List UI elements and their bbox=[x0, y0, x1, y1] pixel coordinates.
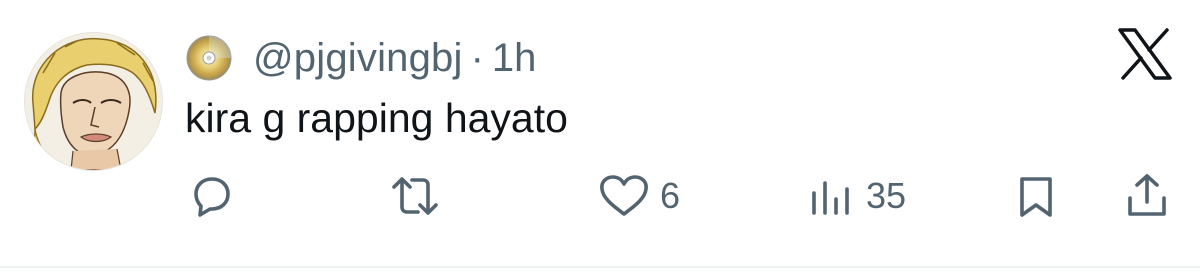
separator-dot: · bbox=[470, 35, 484, 80]
avatar-image bbox=[25, 33, 162, 170]
tweet-header: @pjgivingbj · 1h bbox=[185, 30, 536, 86]
reply-bubble-icon bbox=[194, 177, 230, 217]
views-button[interactable]: 35 bbox=[806, 172, 906, 220]
cd-disc-icon bbox=[186, 35, 232, 81]
bookmark-button[interactable] bbox=[1014, 172, 1058, 220]
share-upload-icon bbox=[1128, 174, 1166, 216]
retweet-icon bbox=[392, 177, 438, 215]
reply-button[interactable] bbox=[188, 172, 234, 220]
views-count: 35 bbox=[866, 175, 907, 216]
tweet-time[interactable]: 1h bbox=[492, 36, 537, 81]
share-button[interactable] bbox=[1124, 172, 1170, 220]
retweet-button[interactable] bbox=[388, 172, 442, 220]
x-logo-icon[interactable] bbox=[1118, 28, 1172, 80]
tweet-card[interactable]: @pjgivingbj · 1h kira g rapping hayato 6… bbox=[0, 0, 1200, 273]
tweet-text: kira g rapping hayato bbox=[185, 95, 568, 141]
bottom-divider bbox=[0, 266, 1200, 268]
user-handle[interactable]: @pjgivingbj bbox=[253, 36, 463, 81]
bookmark-icon bbox=[1020, 177, 1052, 217]
avatar[interactable] bbox=[24, 32, 163, 171]
like-count: 6 bbox=[660, 175, 681, 216]
views-bar-chart-icon bbox=[812, 181, 849, 215]
heart-icon bbox=[600, 175, 648, 216]
like-button[interactable]: 6 bbox=[598, 172, 680, 220]
